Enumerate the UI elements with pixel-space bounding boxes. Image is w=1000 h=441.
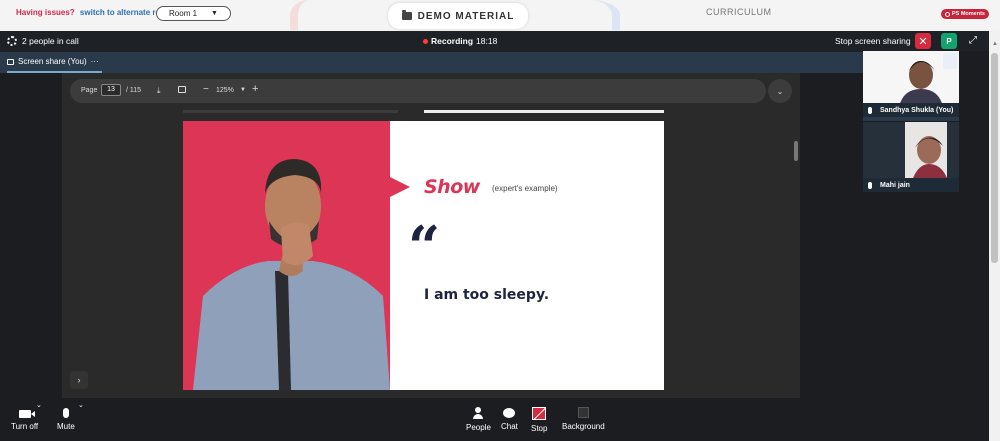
previous-page-edge xyxy=(424,110,664,113)
participant-name-bar: Mahi jain xyxy=(863,178,959,192)
pdf-scrollbar[interactable] xyxy=(794,141,798,161)
stop-screen-sharing-label[interactable]: Stop screen sharing xyxy=(835,36,911,46)
gear-icon[interactable] xyxy=(7,36,17,46)
background-icon xyxy=(577,407,589,418)
background-button[interactable]: Background xyxy=(562,407,605,431)
app-window: Having issues? switch to alternate room … xyxy=(0,0,1000,441)
microphone-icon xyxy=(62,408,69,418)
pdf-toolbar: Page 13 / 115 ⤓ − 125% ▼ + xyxy=(70,79,766,103)
control-label: Mute xyxy=(57,422,75,431)
zoom-in-icon[interactable]: + xyxy=(252,83,258,95)
recording-dot-icon xyxy=(423,38,428,44)
issues-text: Having issues? xyxy=(16,8,75,17)
page-label: Page xyxy=(81,87,98,94)
decoration xyxy=(560,0,620,30)
slide-title: Show xyxy=(424,176,480,198)
call-controls: Turn off ⌄ Mute ⌄ People Chat Stop Backg… xyxy=(0,398,989,441)
download-icon[interactable]: ⤓ xyxy=(157,86,161,96)
control-label: Stop xyxy=(531,424,548,433)
scrollbar-thumb[interactable] xyxy=(991,53,998,263)
caret-down-icon: ▼ xyxy=(211,10,218,17)
page-scrollbar[interactable]: ▲ xyxy=(989,31,1000,441)
participant-avatar-button[interactable]: P xyxy=(941,33,957,49)
slide-arrow xyxy=(390,177,410,197)
room-select[interactable]: Room 1 ▼ xyxy=(156,6,231,21)
tab-curriculum[interactable]: CURRICULUM xyxy=(706,7,772,17)
tab-screen-share[interactable]: Screen share (You) ··· xyxy=(7,52,102,73)
slide-subtitle: (expert's example) xyxy=(492,184,558,193)
tab-label: Screen share (You) xyxy=(18,57,87,66)
top-bar: Having issues? switch to alternate room … xyxy=(0,0,1000,30)
moments-label: PS Moments xyxy=(951,11,985,17)
stop-sharing-button[interactable]: Stop xyxy=(531,407,547,433)
participant-name: Mahi jain xyxy=(880,181,910,189)
yawning-man-photo xyxy=(193,159,390,390)
issues-notice: Having issues? switch to alternate room xyxy=(16,8,172,17)
participant-video xyxy=(863,122,959,178)
previous-page-edge xyxy=(183,110,398,113)
chat-button[interactable]: Chat xyxy=(501,407,518,431)
folder-icon xyxy=(401,10,412,20)
chat-icon xyxy=(503,408,516,418)
control-label: Chat xyxy=(501,422,518,431)
recording-time: 18:18 xyxy=(476,36,498,46)
page-total: / 115 xyxy=(126,87,142,94)
control-label: People xyxy=(466,423,491,432)
decoration xyxy=(290,0,330,30)
participant-name-bar: Sandhya Shukla (You) xyxy=(863,103,959,117)
ps-moments-button[interactable]: PS Moments xyxy=(941,9,989,19)
zoom-out-icon[interactable]: − xyxy=(203,84,209,95)
page-number-input[interactable]: 13 xyxy=(101,84,121,96)
scroll-up-icon[interactable]: ▲ xyxy=(992,41,998,47)
room-value: Room 1 xyxy=(169,9,198,18)
screen-share-area: Page 13 / 115 ⤓ − 125% ▼ + ⌄ › Show (exp… xyxy=(0,73,863,398)
recording-label: Recording xyxy=(431,36,474,46)
mute-button[interactable]: Mute xyxy=(57,407,75,431)
moments-icon xyxy=(944,11,950,17)
participant-tile[interactable]: Sandhya Shukla (You) xyxy=(863,51,959,121)
people-count: 2 people in call xyxy=(22,36,79,46)
pdf-page: Show (expert's example) “ I am too sleep… xyxy=(183,121,664,390)
screen-icon xyxy=(7,58,14,65)
people-button[interactable]: People xyxy=(466,407,491,432)
recording-status: Recording 18:18 xyxy=(423,36,497,46)
microphone-icon xyxy=(868,106,872,114)
quote-icon: “ xyxy=(408,214,441,280)
microphone-icon xyxy=(868,181,872,189)
expand-icon[interactable]: ⤢ xyxy=(969,36,979,46)
call-window: 2 people in call Recording 18:18 Stop sc… xyxy=(0,31,989,441)
more-options-icon[interactable]: ··· xyxy=(91,57,99,66)
participant-name: Sandhya Shukla (You) xyxy=(880,106,954,114)
tab-label: DEMO MATERIAL xyxy=(417,10,515,22)
chevron-down-icon[interactable]: ▼ xyxy=(240,87,246,93)
participant-video xyxy=(863,51,959,107)
print-icon[interactable] xyxy=(178,86,186,93)
control-label: Background xyxy=(562,422,605,431)
share-tab-bar: Screen share (You) ··· xyxy=(0,52,989,73)
camera-icon xyxy=(18,410,35,418)
slide-quote: I am too sleepy. xyxy=(424,287,550,303)
participants-panel: Sandhya Shukla (You) Mahi jain xyxy=(863,51,989,398)
tab-demo-material[interactable]: DEMO MATERIAL xyxy=(388,3,528,29)
chevron-down-icon[interactable]: ⌄ xyxy=(36,401,42,409)
participant-tile[interactable]: Mahi jain xyxy=(863,122,959,192)
people-icon xyxy=(473,407,484,419)
chevron-right-icon[interactable]: › xyxy=(70,371,88,389)
zoom-level[interactable]: 125% xyxy=(216,87,234,94)
chevron-down-icon[interactable]: ⌄ xyxy=(78,401,84,409)
control-label: Turn off xyxy=(11,422,39,431)
call-header: 2 people in call Recording 18:18 Stop sc… xyxy=(0,31,989,52)
stop-share-icon xyxy=(532,407,547,420)
turn-off-camera-button[interactable]: Turn off xyxy=(11,407,38,431)
collapse-toolbar-button[interactable]: ⌄ xyxy=(768,79,792,103)
stop-share-button[interactable]: ✕ xyxy=(915,33,931,49)
